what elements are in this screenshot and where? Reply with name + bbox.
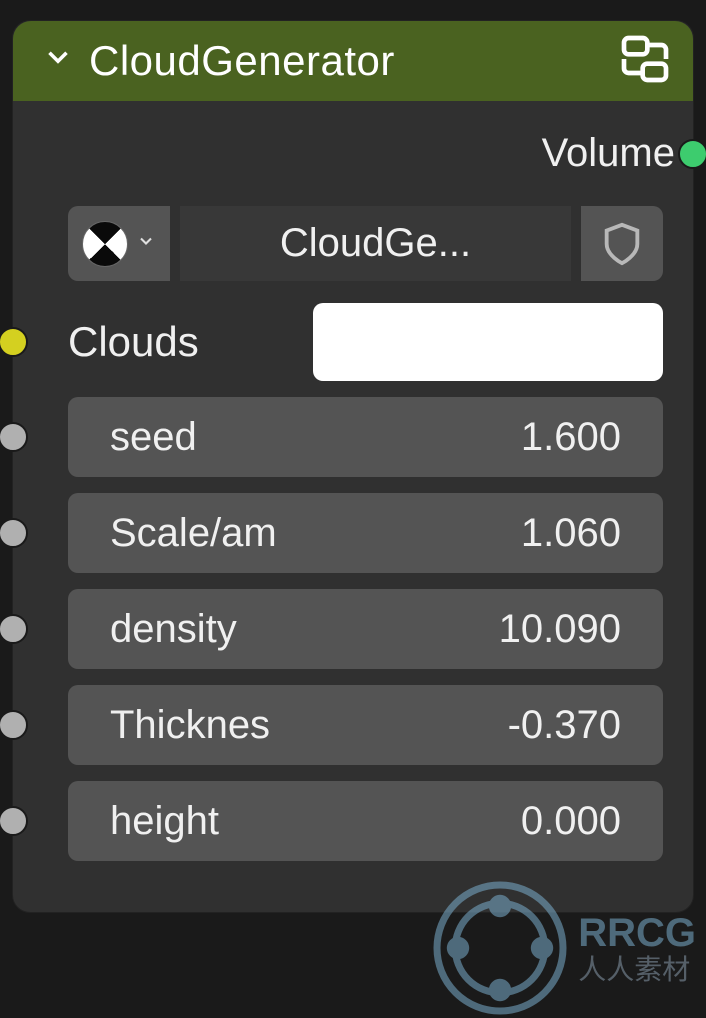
height-label: height xyxy=(110,799,219,844)
thickness-row: Thicknes -0.370 xyxy=(13,685,693,765)
clouds-input-socket[interactable] xyxy=(0,327,28,357)
seed-field[interactable]: seed 1.600 xyxy=(68,397,663,477)
height-value: 0.000 xyxy=(521,799,621,844)
thickness-field[interactable]: Thicknes -0.370 xyxy=(68,685,663,765)
density-value: 10.090 xyxy=(499,607,621,652)
scale-row: Scale/am 1.060 xyxy=(13,493,693,573)
scale-value: 1.060 xyxy=(521,511,621,556)
density-field[interactable]: density 10.090 xyxy=(68,589,663,669)
scale-input-socket[interactable] xyxy=(0,518,28,548)
height-field[interactable]: height 0.000 xyxy=(68,781,663,861)
volume-output-socket[interactable] xyxy=(678,139,706,169)
seed-row: seed 1.600 xyxy=(13,397,693,477)
scale-label: Scale/am xyxy=(110,511,277,556)
density-row: density 10.090 xyxy=(13,589,693,669)
seed-value: 1.600 xyxy=(521,415,621,460)
shield-icon xyxy=(599,221,645,267)
chevron-down-icon[interactable] xyxy=(41,39,75,84)
thickness-label: Thicknes xyxy=(110,703,270,748)
watermark: RRCG 人人素材 xyxy=(430,878,696,1018)
output-row: Volume xyxy=(13,101,693,206)
node-header[interactable]: CloudGenerator xyxy=(13,21,693,101)
seed-label: seed xyxy=(110,415,197,460)
chevron-down-icon xyxy=(136,230,156,258)
density-label: density xyxy=(110,607,237,652)
material-name-field[interactable]: CloudGe... xyxy=(180,206,571,281)
watermark-sub: 人人素材 xyxy=(578,955,696,986)
material-selector-row: CloudGe... xyxy=(13,206,693,303)
density-input-socket[interactable] xyxy=(0,614,28,644)
clouds-color-row: Clouds xyxy=(13,303,693,381)
node-title: CloudGenerator xyxy=(89,37,603,85)
node-body: Volume CloudGe... xyxy=(13,101,693,912)
height-input-socket[interactable] xyxy=(0,806,28,836)
geometry-node: CloudGenerator Volume xyxy=(12,20,694,913)
output-volume-label: Volume xyxy=(542,131,675,176)
thickness-input-socket[interactable] xyxy=(0,710,28,740)
scale-field[interactable]: Scale/am 1.060 xyxy=(68,493,663,573)
clouds-label: Clouds xyxy=(68,318,199,366)
watermark-logo-icon xyxy=(430,878,570,1018)
material-browse-button[interactable] xyxy=(68,206,170,281)
fake-user-button[interactable] xyxy=(581,206,663,281)
clouds-color-swatch[interactable] xyxy=(313,303,663,381)
height-row: height 0.000 xyxy=(13,781,693,861)
seed-input-socket[interactable] xyxy=(0,422,28,452)
thickness-value: -0.370 xyxy=(508,703,621,748)
watermark-brand: RRCG xyxy=(578,911,696,955)
node-group-icon[interactable] xyxy=(617,31,673,92)
material-preview-icon xyxy=(82,221,128,267)
